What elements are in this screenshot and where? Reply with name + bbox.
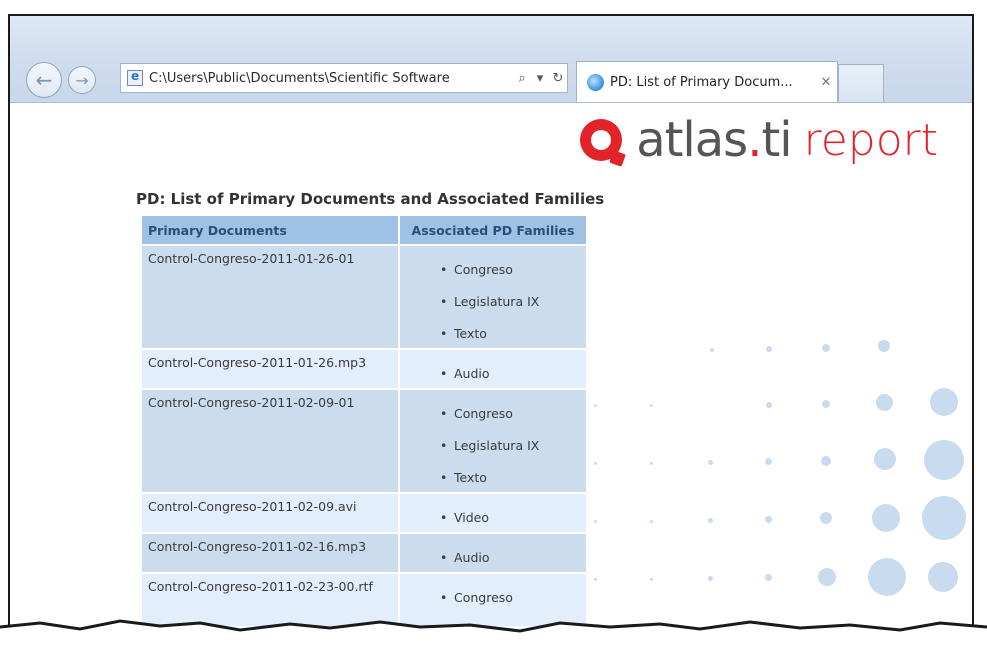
document-name: Control-Congreso-2011-01-26.mp3 [142, 350, 398, 388]
table-row: Control-Congreso-2011-01-26-01 Congreso … [142, 246, 586, 348]
decor-dot [928, 562, 958, 592]
family-list: Audio [406, 365, 580, 383]
atlas-logo-mark-icon [580, 119, 623, 161]
decor-dot [766, 402, 772, 408]
address-text[interactable]: C:\Users\Public\Documents\Scientific Sof… [149, 71, 513, 86]
family-item: Legislatura IX [440, 293, 580, 311]
column-header-associated-families: Associated PD Families [400, 216, 586, 244]
document-name: Control-Congreso-2011-01-26-01 [142, 246, 398, 348]
address-bar[interactable]: C:\Users\Public\Documents\Scientific Sof… [120, 63, 568, 93]
decor-dot [868, 558, 906, 596]
document-name: Control-Congreso-2011-02-16.mp3 [142, 534, 398, 572]
family-list: Audio [406, 549, 580, 567]
decor-dot [876, 394, 893, 411]
decor-dot [594, 404, 597, 407]
table-row: Control-Congreso-2011-02-09-01 Congreso … [142, 390, 586, 492]
family-list: Video [406, 509, 580, 527]
family-item: Texto [440, 325, 580, 343]
family-list: Congreso Legislatura IX Texto [406, 261, 580, 343]
decor-dot [872, 504, 900, 532]
search-icon[interactable]: ⌕ [513, 71, 531, 86]
family-cell: Congreso Legislatura IX Texto [400, 246, 586, 348]
decor-dot [650, 404, 653, 407]
decor-dot [708, 518, 713, 523]
column-header-primary-documents: Primary Documents [142, 216, 398, 244]
decor-dot [650, 578, 653, 581]
new-tab-button[interactable] [838, 64, 884, 102]
forward-button[interactable]: → [68, 66, 96, 94]
family-item: Congreso [440, 405, 580, 423]
decor-dot [650, 520, 653, 523]
family-item: Video [440, 509, 580, 527]
ie-logo-icon [587, 73, 604, 91]
page-title: PD: List of Primary Documents and Associ… [136, 190, 605, 208]
page-icon [127, 69, 143, 86]
decor-dot [650, 462, 653, 465]
decor-dot [821, 456, 831, 466]
decor-dot [922, 496, 966, 540]
table-row: Control-Congreso-2011-02-09.avi Video [142, 494, 586, 532]
decor-dot [874, 448, 896, 470]
family-cell: Video [400, 494, 586, 532]
family-item: Legislatura IX [440, 437, 580, 455]
decor-dot [594, 520, 597, 523]
decor-dot [765, 574, 772, 581]
browser-chrome: ← → C:\Users\Public\Documents\Scientific… [10, 16, 972, 103]
document-name: Control-Congreso-2011-02-09-01 [142, 390, 398, 492]
decor-dot [818, 568, 836, 586]
tab-title: PD: List of Primary Docum... [610, 74, 793, 90]
decor-dot [820, 512, 832, 524]
close-tab-icon[interactable]: ✕ [815, 75, 837, 90]
table-row: Control-Congreso-2011-02-16.mp3 Audio [142, 534, 586, 572]
decor-dot [930, 388, 958, 416]
decor-dot [594, 462, 597, 465]
decor-dot [924, 440, 964, 480]
document-name: Control-Congreso-2011-02-09.avi [142, 494, 398, 532]
atlas-ti-report-logo: atlas.ti report [580, 108, 938, 172]
decor-dot [878, 340, 890, 352]
family-cell: Audio [400, 350, 586, 388]
family-item: Texto [440, 469, 580, 487]
torn-edge [0, 619, 987, 645]
back-arrow-icon: ← [35, 68, 53, 92]
family-cell: Audio [400, 534, 586, 572]
family-item: Audio [440, 365, 580, 383]
forward-arrow-icon: → [75, 70, 89, 90]
dropdown-icon[interactable]: ▾ [531, 71, 549, 86]
screenshot-frame: ← → C:\Users\Public\Documents\Scientific… [8, 14, 974, 632]
decor-dot [766, 346, 772, 352]
decor-dot [822, 344, 830, 352]
family-cell: Congreso Legislatura IX Texto [400, 390, 586, 492]
decor-dot [708, 576, 713, 581]
decor-dot [594, 578, 597, 581]
family-item: Congreso [440, 261, 580, 279]
family-list: Congreso Legislatura IX Texto [406, 405, 580, 487]
tab-active[interactable]: PD: List of Primary Docum... ✕ [576, 61, 838, 102]
refresh-icon[interactable]: ↻ [549, 71, 567, 86]
decor-dot [822, 400, 830, 408]
logo-report-text: report [803, 114, 938, 166]
family-item: Audio [440, 549, 580, 567]
logo-wordmark: atlas.ti [636, 112, 792, 168]
back-button[interactable]: ← [26, 62, 62, 98]
decor-dot [765, 516, 772, 523]
table-header-row: Primary Documents Associated PD Families [142, 216, 586, 244]
table-row: Control-Congreso-2011-01-26.mp3 Audio [142, 350, 586, 388]
decor-dot [708, 460, 713, 465]
decor-dot [765, 458, 772, 465]
decor-dot [710, 348, 714, 352]
documents-table: Primary Documents Associated PD Families… [140, 214, 588, 628]
